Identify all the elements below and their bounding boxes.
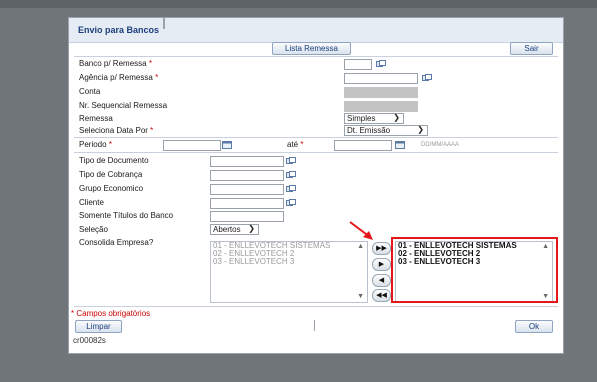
remessa-select[interactable]: Simples ❯ (344, 113, 404, 124)
scroll-down-icon[interactable]: ▼ (357, 293, 364, 301)
separator (74, 306, 558, 307)
tipo-documento-label: Tipo de Documento (79, 156, 149, 165)
lista-remessa-button[interactable]: Lista Remessa (272, 42, 351, 55)
lookup-icon[interactable] (422, 74, 432, 82)
grupo-economico-label: Grupo Economico (79, 184, 144, 193)
conta-input (344, 87, 418, 98)
nr-sequencial-input (344, 101, 418, 112)
chevron-down-icon: ❯ (393, 113, 400, 122)
periodo-start-input[interactable] (163, 140, 221, 151)
grupo-economico-input[interactable] (210, 184, 284, 195)
cliente-input[interactable] (210, 198, 284, 209)
move-all-right-button[interactable]: ▶▶ (372, 242, 391, 255)
chevron-down-icon: ❯ (248, 224, 255, 233)
divider (314, 320, 315, 331)
highlight-box (391, 237, 558, 303)
dialog-window: Envio para Bancos Lista Remessa Sair Ban… (68, 17, 564, 354)
lookup-icon[interactable] (286, 185, 296, 193)
periodo-end-input[interactable] (334, 140, 392, 151)
sair-button[interactable]: Sair (510, 42, 553, 55)
calendar-icon[interactable] (222, 141, 232, 149)
seleciona-data-label: Seleciona Data Por * (79, 126, 154, 135)
ok-button[interactable]: Ok (515, 320, 553, 333)
banco-label: Banco p/ Remessa * (79, 59, 152, 68)
scroll-up-icon[interactable]: ▲ (357, 243, 364, 251)
lookup-icon[interactable] (376, 60, 386, 68)
move-all-left-button[interactable]: ◀◀ (372, 289, 391, 302)
consolida-empresa-label: Consolida Empresa? (79, 238, 154, 247)
required-fields-note: * Campos obrigatórios (71, 309, 151, 318)
calendar-icon[interactable] (395, 141, 405, 149)
lookup-icon[interactable] (286, 157, 296, 165)
tipo-cobranca-label: Tipo de Cobrança (79, 170, 143, 179)
list-item[interactable]: 03 - ENLLEVOTECH 3 (211, 258, 367, 266)
ate-label: até * (287, 140, 304, 149)
remessa-label: Remessa (79, 114, 113, 123)
screen-code: cr00082s (73, 336, 106, 345)
nr-sequencial-label: Nr. Sequencial Remessa (79, 101, 168, 110)
limpar-button[interactable]: Limpar (75, 320, 122, 333)
separator (74, 56, 558, 57)
tipo-cobranca-input[interactable] (210, 170, 284, 181)
agencia-label: Agência p/ Remessa * (79, 73, 159, 82)
selecao-select[interactable]: Abertos ❯ (210, 224, 259, 235)
tipo-documento-input[interactable] (210, 156, 284, 167)
window-title: Envio para Bancos (69, 18, 563, 43)
selecao-label: Seleção (79, 225, 108, 234)
top-bar (0, 0, 597, 8)
move-left-button[interactable]: ◀ (372, 274, 391, 287)
separator (74, 152, 558, 153)
somente-titulos-label: Somente Títulos do Banco (79, 211, 174, 220)
lookup-icon[interactable] (286, 171, 296, 179)
cliente-label: Cliente (79, 198, 104, 207)
seleciona-data-select[interactable]: Dt. Emissão ❯ (344, 125, 428, 136)
periodo-label: Periodo * (79, 140, 112, 149)
date-format-hint: DD/MM/AAAA (421, 142, 460, 148)
somente-titulos-input[interactable] (210, 211, 284, 222)
conta-label: Conta (79, 87, 101, 96)
lookup-icon[interactable] (286, 199, 296, 207)
red-arrow-icon (349, 221, 373, 240)
banco-input[interactable] (344, 59, 372, 70)
separator (74, 137, 558, 138)
available-companies-list[interactable]: 01 - ENLLEVOTECH SISTEMAS 02 - ENLLEVOTE… (210, 241, 368, 303)
agencia-input[interactable] (344, 73, 418, 84)
chevron-down-icon: ❯ (417, 125, 424, 134)
periodo-start-input[interactable] (163, 18, 165, 29)
move-right-button[interactable]: ▶ (372, 258, 391, 271)
